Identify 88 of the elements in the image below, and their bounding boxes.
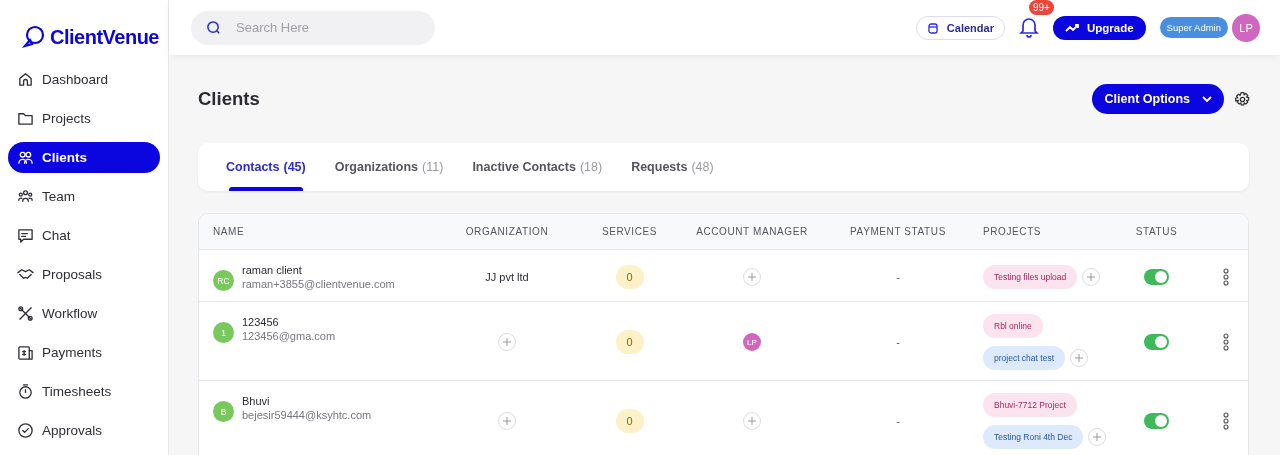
check-circle-icon xyxy=(17,422,34,439)
client-options-button[interactable]: Client Options xyxy=(1091,84,1224,114)
plus-icon xyxy=(503,417,511,425)
plus-icon xyxy=(1093,433,1102,441)
search-icon xyxy=(206,20,221,35)
chat-icon xyxy=(17,227,34,244)
client-email: 123456@gma.com xyxy=(242,330,336,342)
home-icon xyxy=(17,71,34,88)
stopwatch-icon xyxy=(17,383,34,400)
column-header: NAME xyxy=(212,226,246,237)
client-name: raman client xyxy=(242,264,303,276)
sidebar-item[interactable]: Team xyxy=(8,181,160,212)
sidebar-item[interactable]: Approvals xyxy=(8,415,160,446)
search-field[interactable]: Search Here xyxy=(191,10,435,45)
sidebar-item[interactable]: Chat xyxy=(8,220,160,251)
add-button[interactable] xyxy=(1088,428,1107,446)
status-toggle[interactable] xyxy=(1144,413,1169,429)
add-button[interactable] xyxy=(743,267,761,286)
services-count: 0 xyxy=(615,264,644,289)
sidebar-item[interactable]: Workflow xyxy=(8,298,160,329)
more-icon[interactable] xyxy=(1222,412,1229,430)
add-button[interactable] xyxy=(1082,267,1101,286)
add-button[interactable] xyxy=(743,412,761,430)
trend-up-icon xyxy=(1064,22,1079,33)
project-tag[interactable]: Testing files upload xyxy=(983,264,1078,289)
organization-name: JJ pvt ltd xyxy=(485,270,529,283)
users-icon xyxy=(17,149,34,166)
tab[interactable]: Organizations (11) xyxy=(334,143,444,191)
payment-status: - xyxy=(896,270,900,283)
project-tag[interactable]: project chat test xyxy=(983,346,1065,370)
more-icon[interactable] xyxy=(1222,267,1229,286)
sidebar-item[interactable]: Dashboard xyxy=(8,64,160,95)
sidebar-item[interactable]: Clients xyxy=(8,142,160,173)
project-tag[interactable]: Bhuvi-7712 Project xyxy=(983,393,1077,417)
plus-icon xyxy=(748,272,756,281)
logo-text: ClientVenue xyxy=(50,25,159,49)
team-icon xyxy=(17,188,34,205)
tab[interactable]: Contacts (45) xyxy=(226,143,306,191)
payments-icon xyxy=(17,344,34,361)
folder-icon xyxy=(17,110,34,127)
page-title: Clients xyxy=(198,88,261,110)
plus-icon xyxy=(1075,354,1083,362)
client-email: raman+3855@clientvenue.com xyxy=(242,278,395,290)
calendar-button[interactable]: Calendar xyxy=(915,15,1005,40)
column-header: STATUS xyxy=(1134,226,1179,237)
services-count: 0 xyxy=(615,409,644,433)
client-avatar: 1 xyxy=(213,322,234,343)
client-email: bejesir59444@ksyhtc.com xyxy=(242,409,372,421)
column-header: PROJECTS xyxy=(983,226,1043,237)
chevron-down-icon xyxy=(1202,95,1212,103)
plus-icon xyxy=(1087,272,1096,281)
client-name: Bhuvi xyxy=(242,395,271,407)
project-tag[interactable]: Rbl online xyxy=(983,314,1043,338)
more-icon[interactable] xyxy=(1222,333,1229,351)
project-tag[interactable]: Testing Roni 4th Dec xyxy=(983,425,1084,449)
column-header: ORGANIZATION xyxy=(464,226,550,237)
client-avatar: B xyxy=(213,401,234,422)
sidebar-item[interactable]: Timesheets xyxy=(8,376,160,407)
role-badge: Super Admin xyxy=(1159,17,1228,38)
plus-icon xyxy=(748,417,756,425)
logo-icon xyxy=(21,24,47,50)
column-header: ACCOUNT MANAGER xyxy=(695,226,809,237)
settings-icon[interactable] xyxy=(1234,90,1251,108)
notification-badge: 99+ xyxy=(1028,0,1054,15)
plus-icon xyxy=(503,338,511,346)
status-toggle[interactable] xyxy=(1144,334,1169,350)
column-header: SERVICES xyxy=(600,226,659,237)
column-header: PAYMENT STATUS xyxy=(849,226,947,237)
sidebar-item[interactable]: Projects xyxy=(8,103,160,134)
client-avatar: RC xyxy=(213,270,234,291)
payment-status: - xyxy=(896,415,900,427)
manager-avatar: LP xyxy=(743,333,761,351)
add-button[interactable] xyxy=(498,412,516,430)
payment-status: - xyxy=(896,336,900,348)
client-name: 123456 xyxy=(242,316,280,328)
sidebar-item[interactable]: Payments xyxy=(8,337,160,368)
status-toggle[interactable] xyxy=(1144,268,1169,285)
workflow-icon xyxy=(17,305,34,322)
tab[interactable]: Inactive Contacts (18) xyxy=(472,143,603,191)
add-button[interactable] xyxy=(1070,349,1088,367)
search-input[interactable]: Search Here xyxy=(234,19,414,36)
calendar-icon xyxy=(926,21,939,34)
tab[interactable]: Requests (48) xyxy=(631,143,714,191)
upgrade-button[interactable]: Upgrade xyxy=(1052,15,1146,40)
services-count: 0 xyxy=(615,330,644,354)
bell-icon[interactable] xyxy=(1018,15,1039,38)
add-button[interactable] xyxy=(498,333,516,351)
sidebar-item[interactable]: Proposals xyxy=(8,259,160,290)
